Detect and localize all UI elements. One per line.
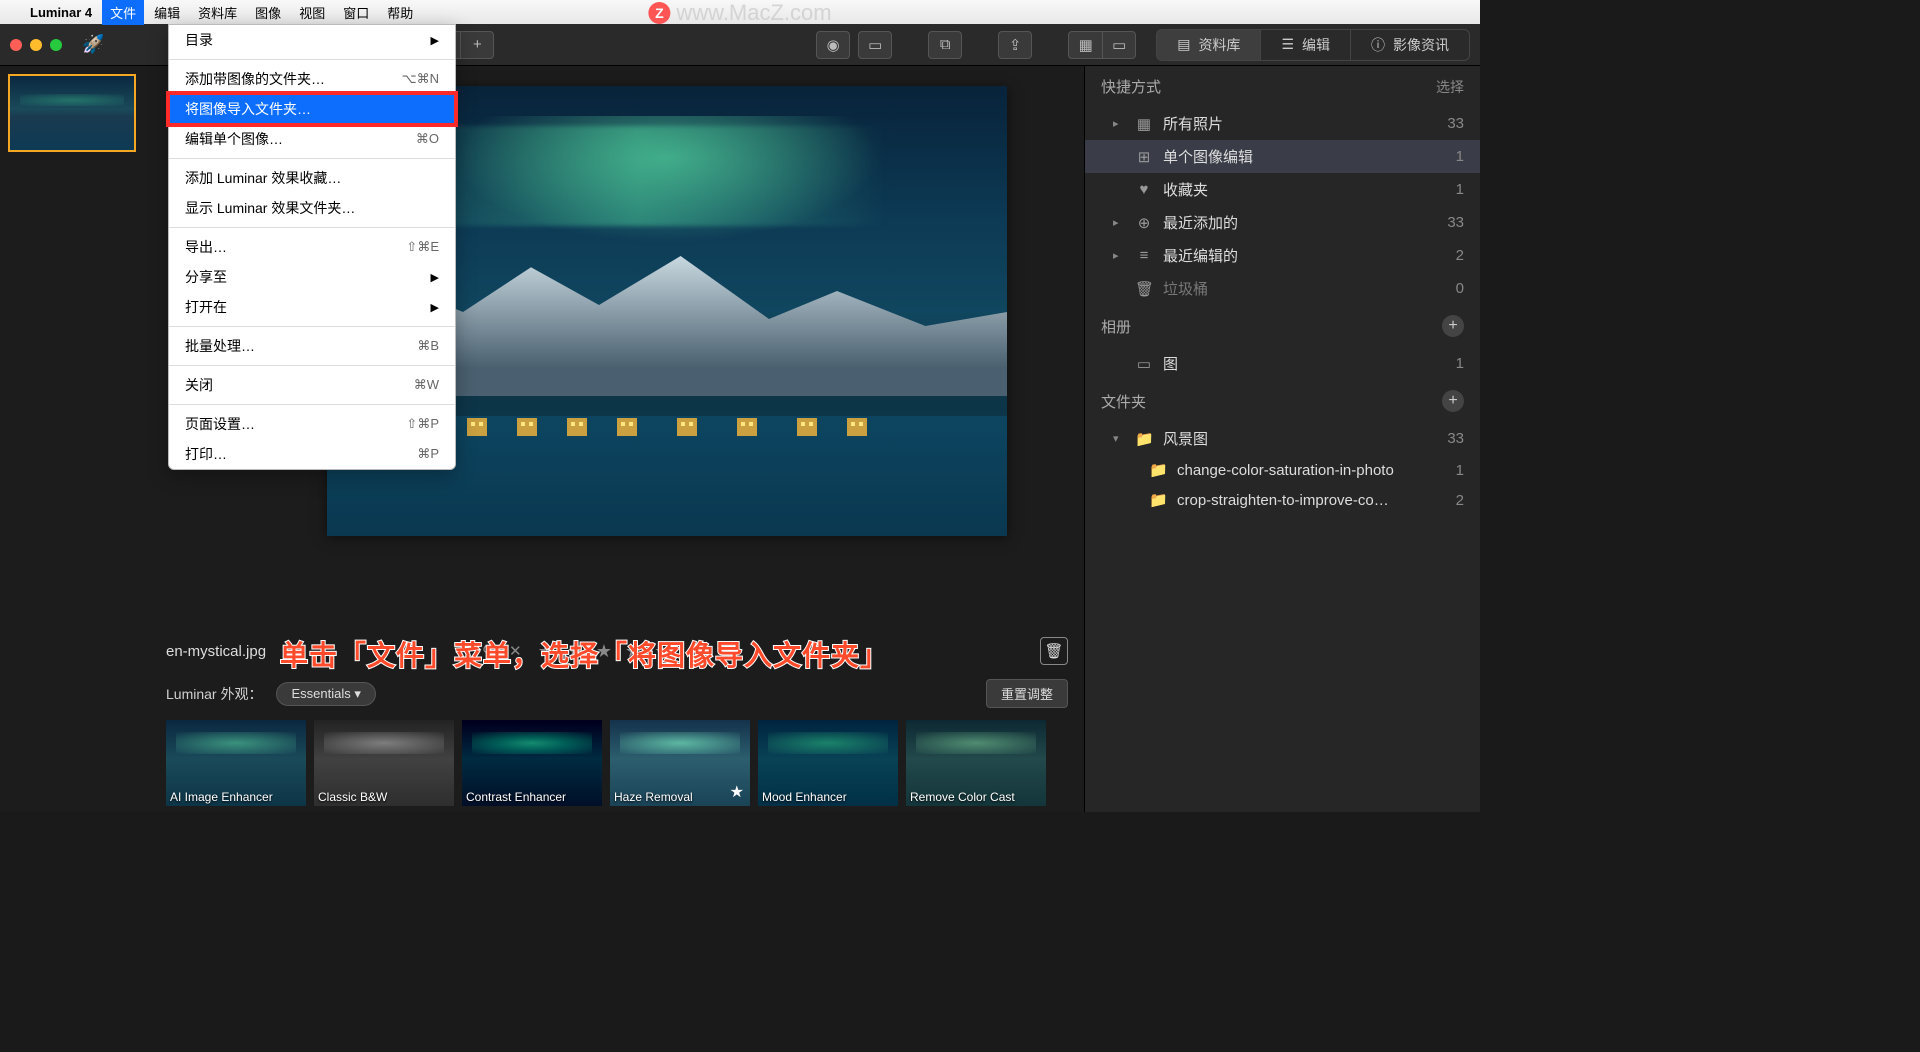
sidebar-item[interactable]: ▸▦所有照片33 — [1085, 107, 1480, 140]
add-album-button[interactable]: + — [1442, 315, 1464, 337]
menu-item[interactable]: 打印…⌘P — [169, 439, 455, 469]
shortcuts-header: 快捷方式 选择 — [1085, 66, 1480, 107]
filename-label: en-mystical.jpg — [166, 643, 266, 660]
single-view-icon[interactable]: ▭ — [1102, 31, 1136, 59]
select-button[interactable]: 选择 — [1436, 77, 1464, 97]
tab-library[interactable]: ▤资料库 — [1156, 29, 1261, 61]
rocket-icon[interactable]: 🚀 — [82, 34, 104, 55]
watermark-z-icon: Z — [648, 2, 670, 24]
sidebar-item[interactable]: ▸≡最近编辑的2 — [1085, 239, 1480, 272]
app-name: Luminar 4 — [30, 5, 92, 20]
menu-item[interactable]: 目录▶ — [169, 25, 455, 55]
menu-item[interactable]: 添加 Luminar 效果收藏… — [169, 163, 455, 193]
menu-item[interactable]: 添加带图像的文件夹…⌥⌘N — [169, 64, 455, 94]
sidebar-item[interactable]: ▭图1 — [1085, 347, 1480, 380]
sidebar-item[interactable]: 📁crop-straighten-to-improve-co…2 — [1085, 485, 1480, 515]
looks-bar: Luminar 外观： Essentials ▾ 重置调整 — [150, 673, 1084, 714]
look-preset[interactable]: Remove Color Cast — [906, 720, 1046, 806]
folders-header: 文件夹 + — [1085, 380, 1480, 422]
menu-item[interactable]: 关闭⌘W — [169, 370, 455, 400]
info-icon: ⓘ — [1371, 35, 1385, 55]
panel-tabs: ▤资料库 ☰编辑 ⓘ影像资讯 — [1156, 29, 1470, 61]
menu-window[interactable]: 窗口 — [343, 3, 369, 22]
minimize-window-icon[interactable] — [30, 39, 42, 51]
menu-image[interactable]: 图像 — [255, 3, 281, 22]
grid-view-icon[interactable]: ▦ — [1068, 31, 1102, 59]
add-folder-button[interactable]: + — [1442, 390, 1464, 412]
delete-button[interactable]: 🗑 — [1040, 637, 1068, 665]
look-preset[interactable]: AI Image Enhancer — [166, 720, 306, 806]
menu-library[interactable]: 资料库 — [198, 3, 237, 22]
folder-icon: 📁 — [1149, 491, 1167, 509]
menu-item[interactable]: 导出…⇧⌘E — [169, 232, 455, 262]
folder-icon: 📁 — [1149, 461, 1167, 479]
sidebar-item[interactable]: 🗑垃圾桶0 — [1085, 272, 1480, 305]
maximize-window-icon[interactable] — [50, 39, 62, 51]
sliders-icon: ☰ — [1281, 36, 1294, 53]
album-icon: ▭ — [1135, 355, 1153, 373]
instruction-annotation: 单击「文件」菜单，选择「将图像导入文件夹」 — [280, 634, 889, 674]
menu-help[interactable]: 帮助 — [387, 3, 413, 22]
look-preset[interactable]: Mood Enhancer — [758, 720, 898, 806]
crop-icon[interactable]: ⧉ — [928, 31, 962, 59]
view-mode-buttons: ▦ ▭ — [1068, 31, 1136, 59]
eye-icon[interactable]: ◉ — [816, 31, 850, 59]
menu-item[interactable]: 页面设置…⇧⌘P — [169, 409, 455, 439]
sidebar-item[interactable]: ▾📁风景图33 — [1085, 422, 1480, 455]
file-menu-dropdown[interactable]: 目录▶ 添加带图像的文件夹…⌥⌘N将图像导入文件夹…编辑单个图像…⌘O 添加 Lum… — [168, 24, 456, 470]
plus-button[interactable]: + — [460, 31, 494, 59]
filmstrip-left — [0, 66, 150, 812]
menu-item[interactable]: 显示 Luminar 效果文件夹… — [169, 193, 455, 223]
sidebar-item[interactable]: ⊞单个图像编辑1 — [1085, 140, 1480, 173]
grid4-icon: ⊞ — [1135, 148, 1153, 166]
menu-item[interactable]: 将图像导入文件夹… — [169, 94, 455, 124]
heart-icon: ♥ — [1135, 181, 1153, 198]
menu-item[interactable]: 编辑单个图像…⌘O — [169, 124, 455, 154]
library-icon: ▤ — [1177, 36, 1190, 53]
sidebar-item[interactable]: ♥收藏夹1 — [1085, 173, 1480, 206]
reset-adjustments-button[interactable]: 重置调整 — [986, 679, 1068, 708]
menu-item[interactable]: 批量处理…⌘B — [169, 331, 455, 361]
menu-edit[interactable]: 编辑 — [154, 3, 180, 22]
tab-info[interactable]: ⓘ影像资讯 — [1350, 29, 1470, 61]
compare-icon[interactable]: ▭ — [858, 31, 892, 59]
thumbnail-selected[interactable] — [8, 74, 136, 152]
menu-file[interactable]: 文件 — [102, 0, 144, 25]
folder-icon: 📁 — [1135, 430, 1153, 448]
looks-strip: AI Image EnhancerClassic B&WContrast Enh… — [150, 714, 1084, 812]
window-controls[interactable] — [10, 39, 62, 51]
grid-icon: ▦ — [1135, 115, 1153, 133]
share-icon[interactable]: ⇪ — [998, 31, 1032, 59]
albums-header: 相册 + — [1085, 305, 1480, 347]
menu-item[interactable]: 分享至▶ — [169, 262, 455, 292]
menu-item[interactable]: 打开在▶ — [169, 292, 455, 322]
look-preset[interactable]: Classic B&W — [314, 720, 454, 806]
looks-category-select[interactable]: Essentials ▾ — [276, 682, 375, 706]
looks-label: Luminar 外观： — [166, 684, 262, 704]
plus-circle-icon: ⊕ — [1135, 214, 1153, 232]
look-preset[interactable]: Haze Removal★ — [610, 720, 750, 806]
star-icon: ★ — [730, 782, 744, 802]
trash-icon: 🗑 — [1135, 280, 1153, 298]
sliders-icon: ≡ — [1135, 247, 1153, 264]
sidebar-item[interactable]: ▸⊕最近添加的33 — [1085, 206, 1480, 239]
close-window-icon[interactable] — [10, 39, 22, 51]
watermark: Z www.MacZ.com — [648, 0, 831, 26]
tab-edit[interactable]: ☰编辑 — [1261, 29, 1350, 61]
sidebar-item[interactable]: 📁change-color-saturation-in-photo1 — [1085, 455, 1480, 485]
look-preset[interactable]: Contrast Enhancer — [462, 720, 602, 806]
menu-view[interactable]: 视图 — [299, 3, 325, 22]
right-sidebar: 快捷方式 选择 ▸▦所有照片33⊞单个图像编辑1♥收藏夹1▸⊕最近添加的33▸≡… — [1084, 66, 1480, 812]
